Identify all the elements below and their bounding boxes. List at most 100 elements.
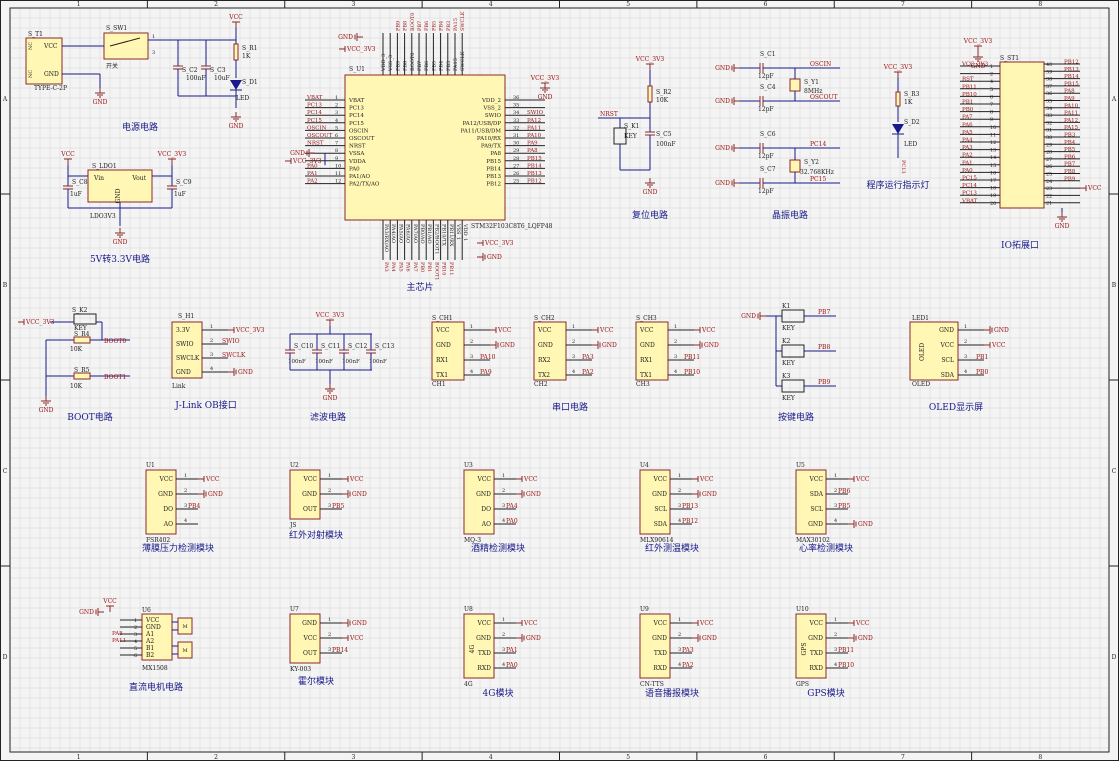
- pin-name: GND: [939, 327, 954, 334]
- power-label: VCC: [497, 327, 512, 334]
- ref-label: S_ST1: [1000, 55, 1019, 62]
- ref-label: U1: [146, 462, 155, 469]
- net-label: PA8: [112, 631, 123, 637]
- part-label: Link: [172, 383, 186, 390]
- gnd-label: GND: [338, 34, 353, 41]
- row-marker: C: [3, 468, 8, 475]
- pin-name: PA5/AO: [397, 224, 403, 243]
- section-title: 电源电路: [122, 121, 158, 133]
- reset-circuit: VCC_3V3 S_R210K NRST S_K1 KEY S_C5 100nF GND 复位电…: [598, 56, 675, 221]
- value-label: 10K: [70, 346, 83, 353]
- column-marker: 2: [214, 754, 218, 761]
- module-MQ-3: U3VCC 1 VCCGND 2 GNDDO 3 PA4AO 4 PA0MQ-3: [463, 462, 541, 544]
- pin-number: 25: [513, 179, 519, 185]
- gnd-symbol: GND: [1055, 212, 1070, 230]
- pin-name: GND: [476, 491, 491, 498]
- pin-name: PC15: [349, 121, 364, 127]
- pin-number: 1: [674, 324, 677, 330]
- ref-label: S_R3: [904, 91, 920, 98]
- net-label: PB3: [446, 21, 452, 31]
- pin-number: 1: [834, 617, 837, 623]
- section-title: 主芯片: [406, 281, 433, 293]
- pin-name: OUT: [303, 506, 317, 513]
- value-label: 100nF: [342, 359, 360, 365]
- gnd-label: GND: [352, 491, 367, 498]
- header-body: [999, 61, 1045, 209]
- pin-name: VCC: [302, 476, 317, 483]
- net-label: PA3: [682, 647, 694, 654]
- section-title: 酒精检测模块: [471, 542, 525, 554]
- pin-number: 27: [1046, 157, 1052, 163]
- motor-label: M: [182, 624, 187, 630]
- gnd-label: GND: [208, 491, 223, 498]
- pin-number: 7: [335, 141, 338, 147]
- pin-number: 4: [502, 518, 505, 524]
- pin-number: 2: [678, 632, 681, 638]
- pin-number: 4: [678, 662, 681, 668]
- key-circuit: GND K1 PB7 KEY K2 PB8 KEY K3 PB9 KEY 按键电路: [741, 303, 836, 423]
- pin-name: PC13: [349, 106, 364, 112]
- power-flag: VCC: [848, 620, 870, 627]
- crystal-y1: [789, 78, 801, 92]
- section-title: 霍尔模块: [298, 675, 334, 687]
- pin-number: 35: [1046, 99, 1052, 105]
- power-flag: VCC: [342, 476, 364, 483]
- gnd-label: GND: [858, 521, 873, 528]
- power-label: VCC: [60, 151, 75, 158]
- ref-label: S_LDO1: [92, 163, 117, 170]
- part-label: STM32F103C8T6_LQFP48: [471, 223, 553, 230]
- pin-number: 1: [210, 324, 213, 330]
- net-label: PC13: [962, 191, 977, 197]
- net-label: OSCIN: [810, 61, 831, 68]
- section-title: 红外对射模块: [289, 529, 343, 541]
- net-label: PB4: [439, 21, 445, 31]
- gnd-symbol: GND: [39, 396, 54, 414]
- gnd-symbol: GND: [477, 253, 502, 261]
- pin-name: VDD_1: [462, 223, 468, 241]
- pin-number: 32: [513, 125, 519, 131]
- net-label: PB10: [962, 92, 977, 98]
- net-label: PB11: [448, 262, 454, 275]
- power-flag: VCC_3V3: [883, 64, 912, 78]
- gnd-symbol: GND: [338, 33, 363, 41]
- ref-label: S_C12: [348, 343, 368, 350]
- ref-label: K3: [782, 373, 790, 380]
- ref-label: LED1: [912, 315, 929, 322]
- pin-name: TXD: [654, 650, 667, 657]
- serial-circuit: S_CH1 VCC 1 VCC GND 2 GND RX1 3 PA10 TX1 4 PA9 CH1 S_C…: [431, 315, 719, 413]
- power-label: VCC_3V3: [157, 151, 187, 158]
- pin-number: 4: [990, 79, 993, 85]
- ref-label: K1: [782, 303, 790, 310]
- pin-name: A2: [145, 638, 154, 645]
- net-label: PA11: [527, 125, 541, 131]
- oled-circuit: LED1 OLED GND 1 GND VCC 2 VCC SCL 3 PB1 SDA 4 PB0 OLED…: [909, 315, 1009, 413]
- pin-number: 18: [990, 186, 996, 192]
- value-label: 12pF: [758, 106, 774, 113]
- pin-name: VDD_3: [381, 54, 387, 72]
- net-label: PA6: [962, 122, 973, 128]
- pin-name: VCC: [808, 476, 823, 483]
- pin-name: GND: [652, 491, 667, 498]
- power-label: VCC: [699, 476, 714, 483]
- module-CN-TTS: U9VCC 1 VCCGND 2 GNDTXD 3 PA3RXD 4 PA2CN-TTS: [639, 606, 717, 688]
- pin-number: 1: [470, 324, 473, 330]
- power-flag: VCC: [692, 476, 714, 483]
- pin-number: 3: [964, 354, 967, 360]
- net-label: PB5: [431, 21, 437, 31]
- part-label: MLX90614: [640, 537, 674, 544]
- gnd-symbol: GND: [984, 326, 1009, 334]
- pin-name: SCL: [654, 506, 667, 513]
- pin-name: PB15: [486, 159, 501, 165]
- pin-name: VCC: [435, 327, 450, 334]
- section-title: BOOT电路: [67, 411, 113, 423]
- pin-name: NRST: [349, 144, 366, 150]
- section-title: J-Link OB接口: [174, 399, 237, 411]
- pin-name: VCC: [476, 620, 491, 627]
- pin-number: 28: [513, 156, 519, 162]
- net-label: BOOT0: [410, 13, 416, 31]
- value-label: 10uF: [214, 75, 230, 82]
- pin-name: RXD: [653, 665, 667, 672]
- ref-label: S_SW1: [106, 25, 127, 32]
- gnd-label: GND: [487, 254, 502, 261]
- pin-number: 33: [1046, 113, 1052, 119]
